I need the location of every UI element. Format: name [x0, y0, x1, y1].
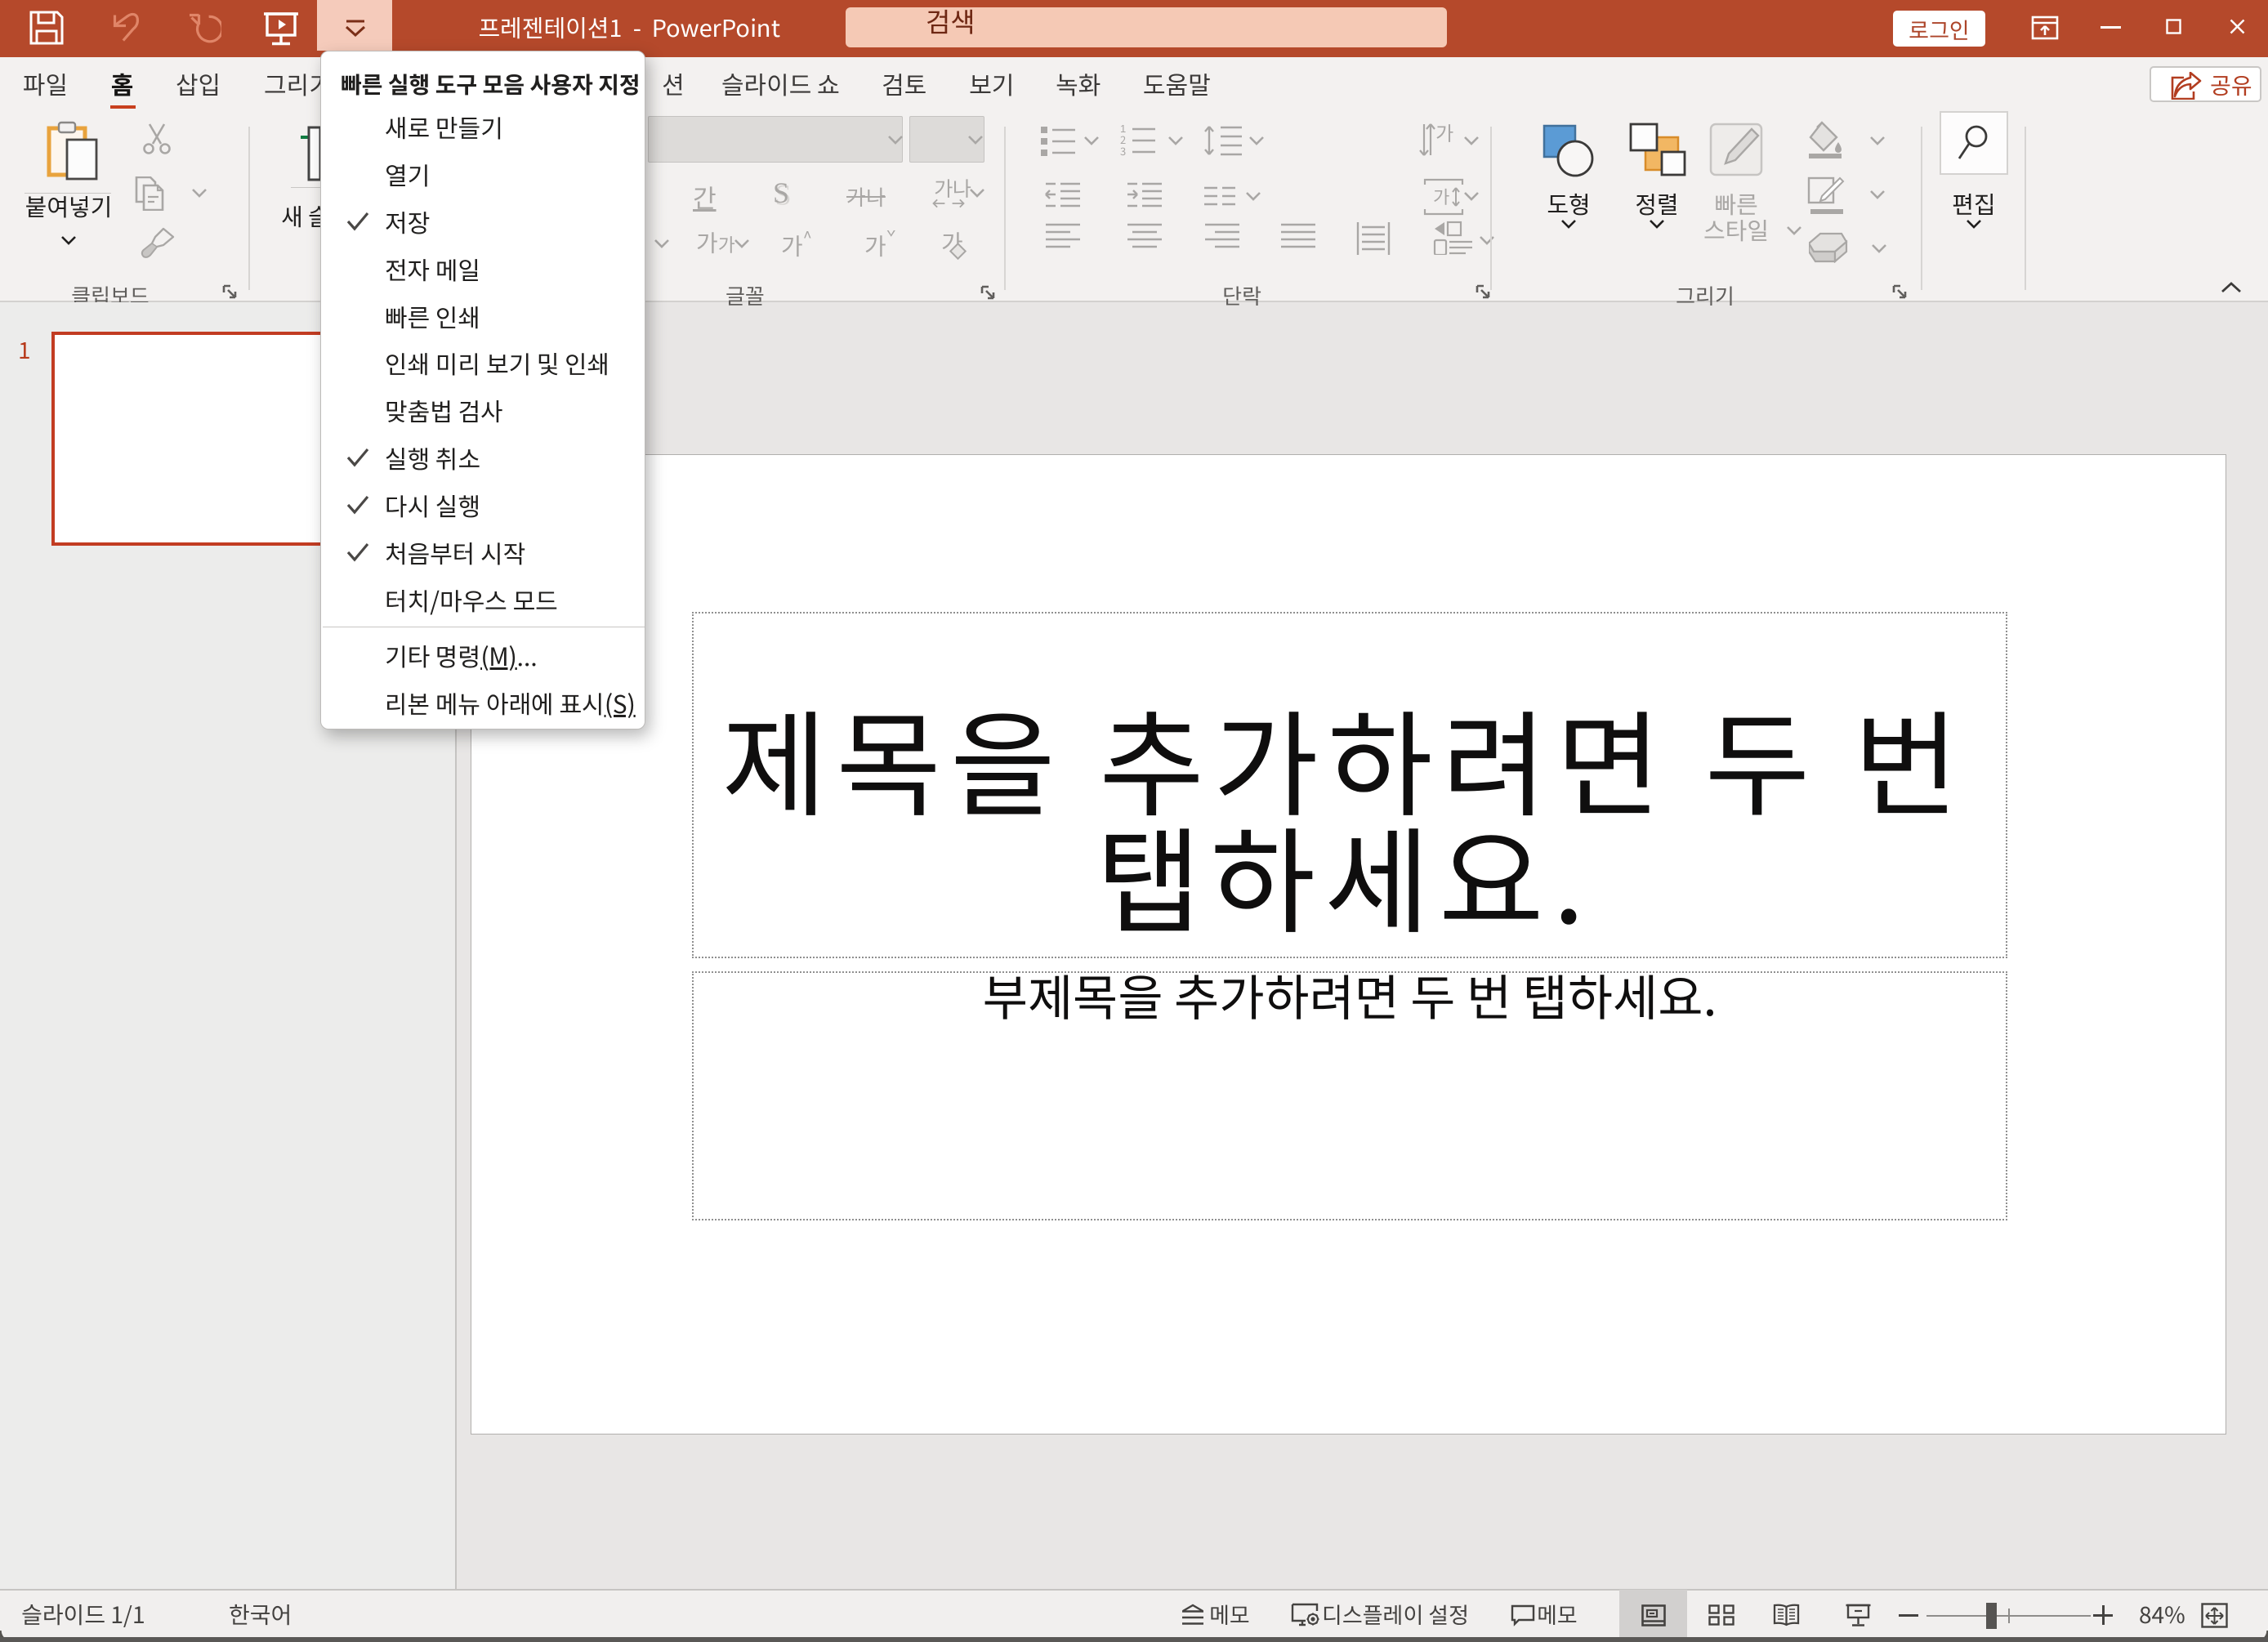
svg-text:가: 가 [1435, 123, 1453, 146]
svg-text:3: 3 [1120, 143, 1126, 158]
svg-text:가: 가 [1433, 183, 1449, 209]
